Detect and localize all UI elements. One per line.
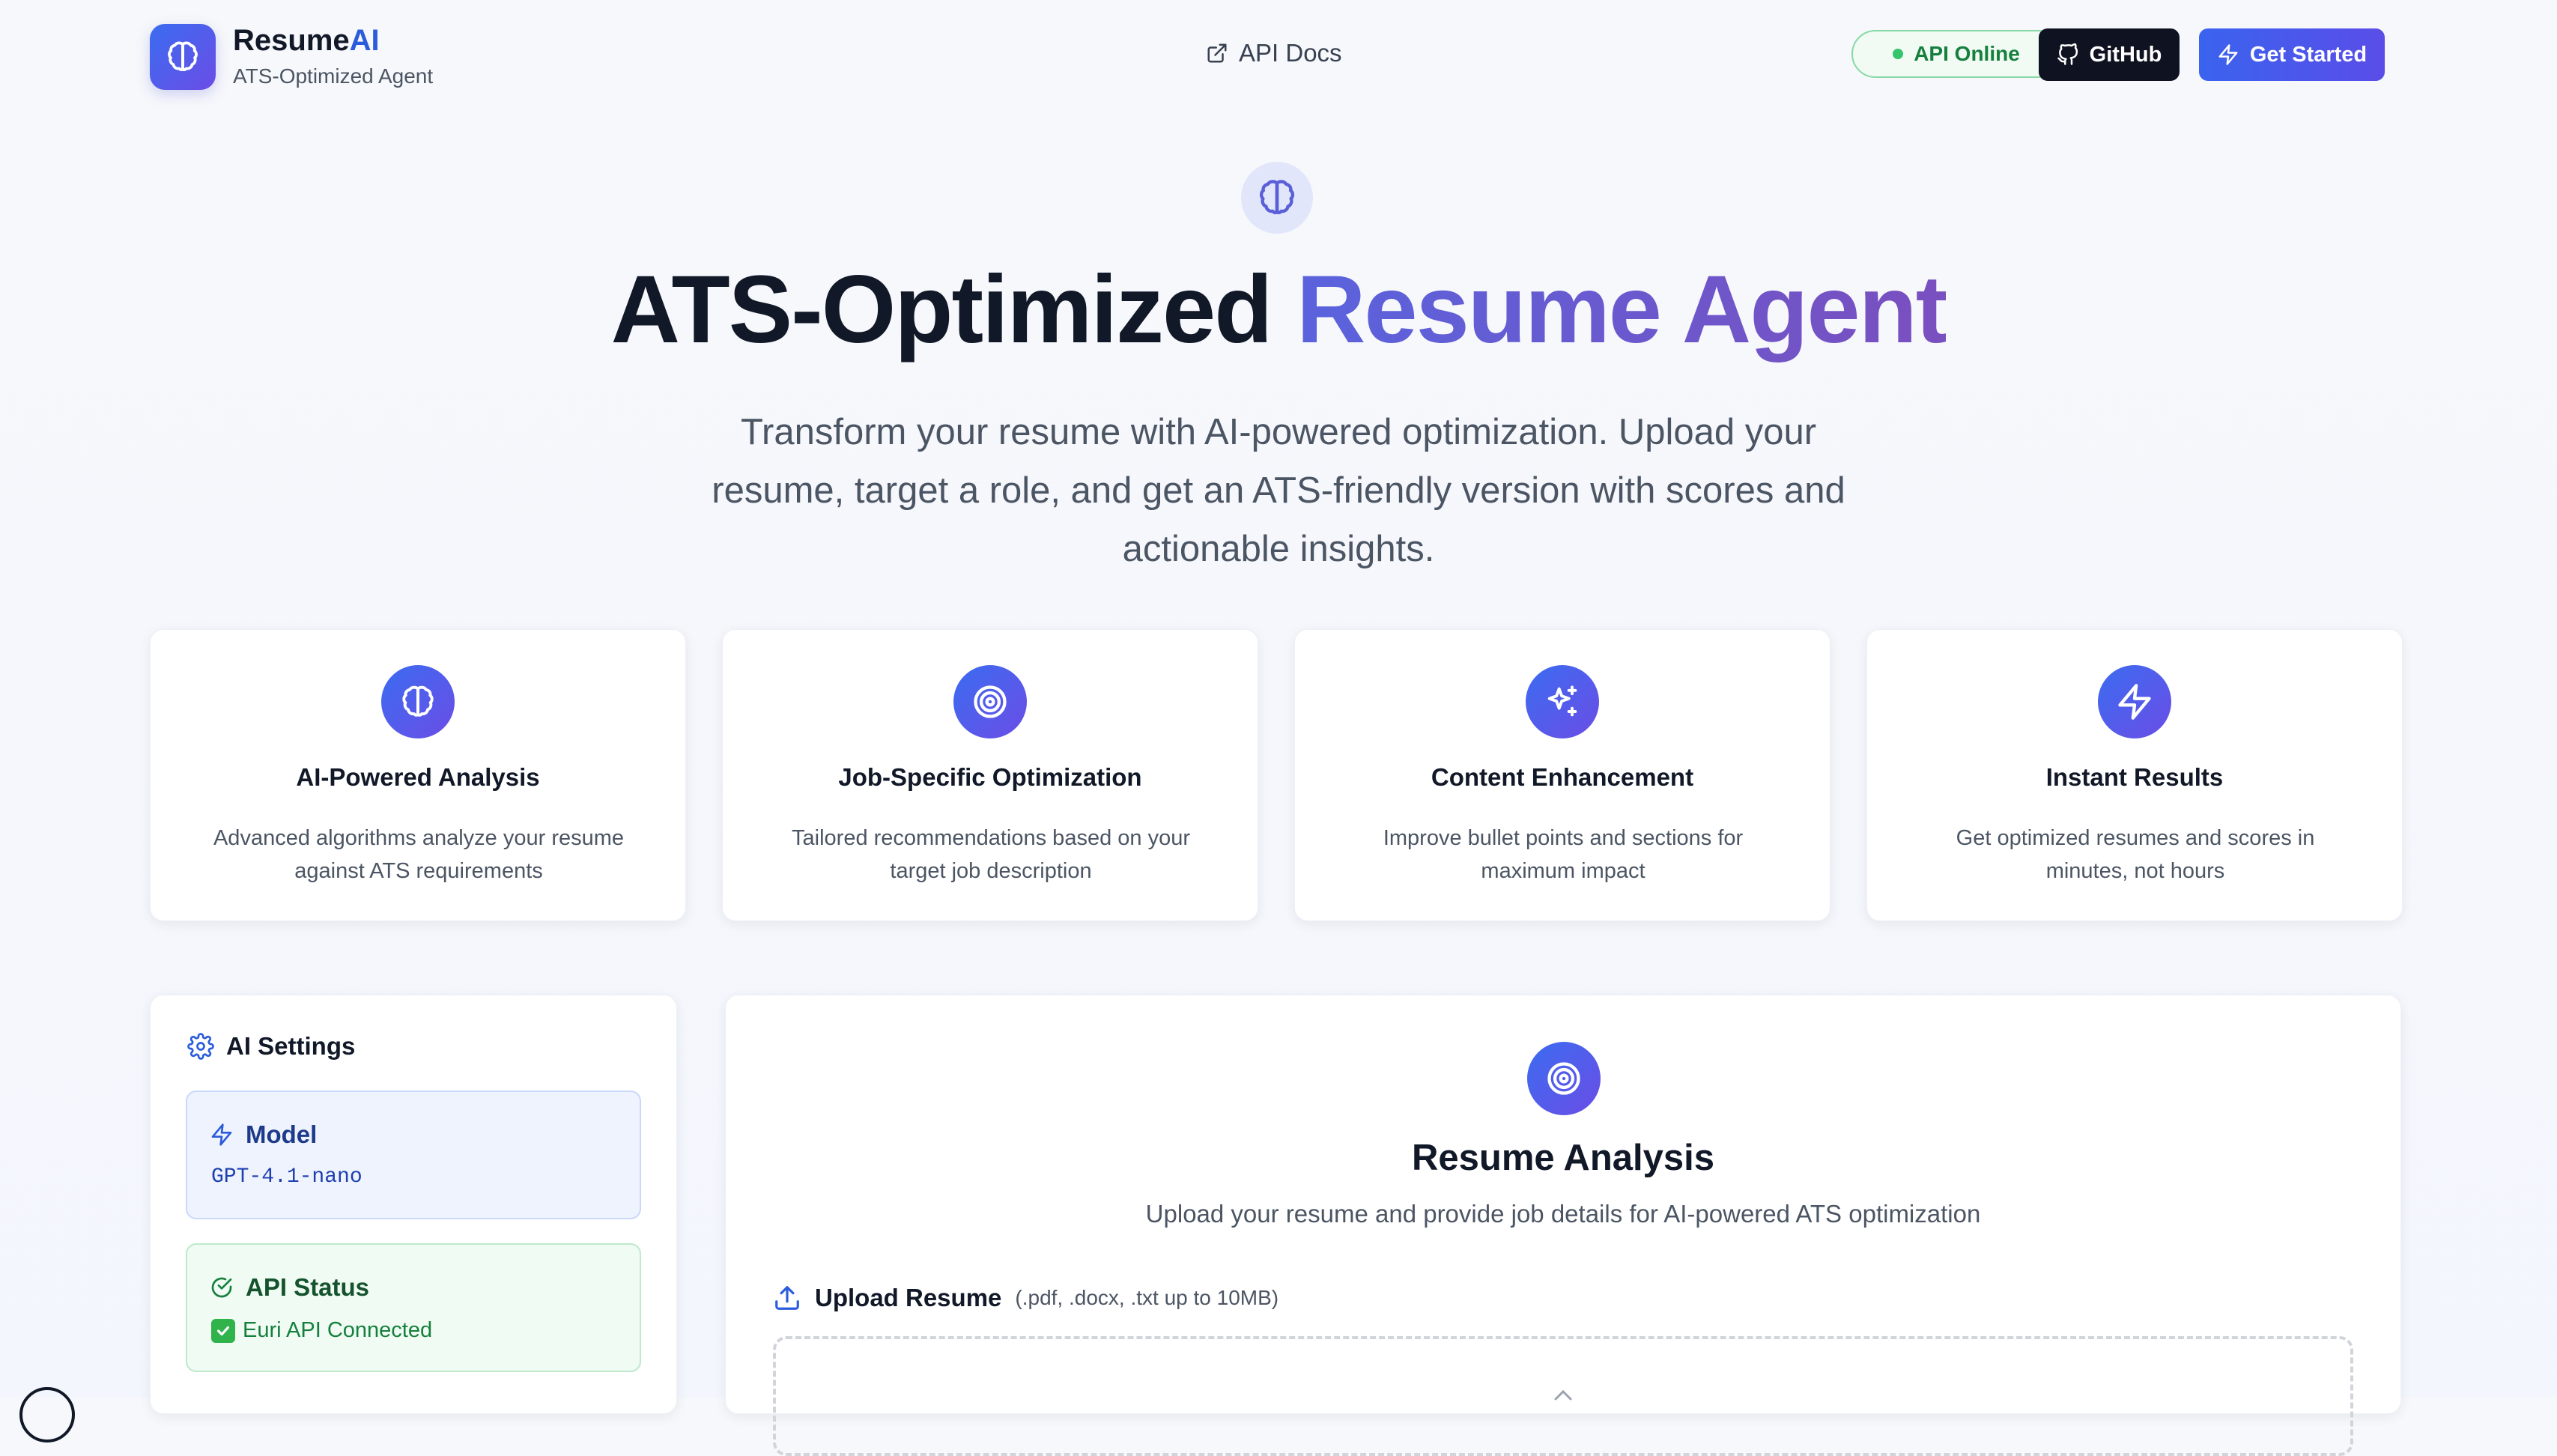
feature-icon-badge (953, 665, 1027, 738)
feature-description: Advanced algorithms analyze your resume … (213, 826, 625, 883)
api-status-card (186, 1243, 641, 1372)
api-status-value: Euri API Connected (211, 1318, 432, 1343)
api-status-value-text: Euri API Connected (243, 1318, 433, 1342)
github-button[interactable]: GitHub (2039, 28, 2180, 81)
api-status-label: API Status (210, 1273, 369, 1302)
ai-settings-header: AI Settings (187, 1032, 355, 1061)
hero-description: Transform your resume with AI-powered op… (712, 412, 1845, 569)
brain-icon (168, 41, 198, 72)
upload-icon (775, 1286, 799, 1310)
feature-title: AI-Powered Analysis (296, 763, 540, 791)
brain-icon (1259, 180, 1295, 215)
feature-description: Get optimized resumes and scores in minu… (1956, 826, 2315, 883)
model-card (186, 1091, 641, 1219)
feature-title: Job-Specific Optimization (838, 763, 1142, 791)
feature-card-instant-results: Instant Results Get optimized resumes an… (1866, 629, 2403, 921)
feature-icon-badge (381, 665, 455, 738)
analysis-title: Resume Analysis (1412, 1138, 1714, 1178)
hero-brain-badge (1241, 162, 1313, 234)
floating-help-icon[interactable] (19, 1387, 75, 1443)
hero-title-accent: Resume Agent (1296, 256, 1947, 363)
api-status-label-text: API Status (246, 1273, 370, 1301)
hero-title-main: ATS-Optimized (610, 256, 1273, 363)
target-icon (1547, 1062, 1580, 1095)
model-label: Model (210, 1120, 317, 1149)
upload-resume-title: Upload Resume (815, 1284, 1002, 1311)
feature-icon-badge (1526, 665, 1599, 738)
dropzone-upload-icon (1552, 1387, 1574, 1402)
checkmark-icon (211, 1318, 235, 1343)
get-started-button[interactable]: Get Started (2199, 28, 2385, 81)
github-icon (2057, 43, 2078, 65)
brand-name-suffix: AI (349, 24, 380, 57)
ai-settings-title: AI Settings (226, 1032, 356, 1060)
feature-card-content-enhancement: Content Enhancement Improve bullet point… (1294, 629, 1830, 921)
feature-card-ai-analysis: AI-Powered Analysis Advanced algorithms … (150, 629, 686, 921)
zap-icon (2218, 44, 2238, 65)
analysis-icon-badge (1527, 1042, 1601, 1115)
check-circle-icon (211, 1277, 232, 1298)
brain-icon (402, 685, 434, 717)
target-icon (974, 685, 1007, 718)
api-docs-link[interactable]: API Docs (1206, 39, 1342, 67)
model-value: GPT-4.1-nano (211, 1165, 363, 1189)
github-button-label: GitHub (2089, 42, 2162, 67)
zap-icon (211, 1123, 232, 1146)
sparkles-icon (1547, 685, 1577, 717)
brand-name-prefix: Resume (233, 24, 350, 57)
brand-subtitle: ATS-Optimized Agent (233, 64, 434, 88)
upload-resume-label: Upload Resume (.pdf, .docx, .txt up to 1… (773, 1284, 1278, 1312)
model-label-text: Model (246, 1120, 318, 1148)
analysis-subtitle: Upload your resume and provide job detai… (1145, 1200, 1981, 1228)
api-docs-label: API Docs (1239, 39, 1342, 67)
zap-icon (2118, 684, 2151, 720)
feature-description: Improve bullet points and sections for m… (1383, 826, 1744, 883)
feature-title: Instant Results (2045, 763, 2224, 791)
feature-icon-badge (2098, 665, 2171, 738)
gear-icon (187, 1033, 214, 1060)
api-status-badge: API Online (1851, 30, 2061, 78)
external-link-icon (1207, 43, 1227, 63)
feature-description: Tailored recommendations based on your t… (792, 826, 1190, 883)
feature-card-job-optimization: Job-Specific Optimization Tailored recom… (722, 629, 1258, 921)
get-started-label: Get Started (2249, 42, 2368, 67)
hero-title: ATS-Optimized Resume Agent (0, 255, 2557, 365)
brand-logo[interactable] (150, 24, 216, 90)
upload-resume-hint: (.pdf, .docx, .txt up to 10MB) (1015, 1286, 1279, 1309)
feature-title: Content Enhancement (1431, 763, 1694, 791)
status-dot-icon (1893, 49, 1904, 59)
brand-name[interactable]: ResumeAI (233, 24, 380, 58)
api-status-badge-label: API Online (1914, 42, 2020, 65)
